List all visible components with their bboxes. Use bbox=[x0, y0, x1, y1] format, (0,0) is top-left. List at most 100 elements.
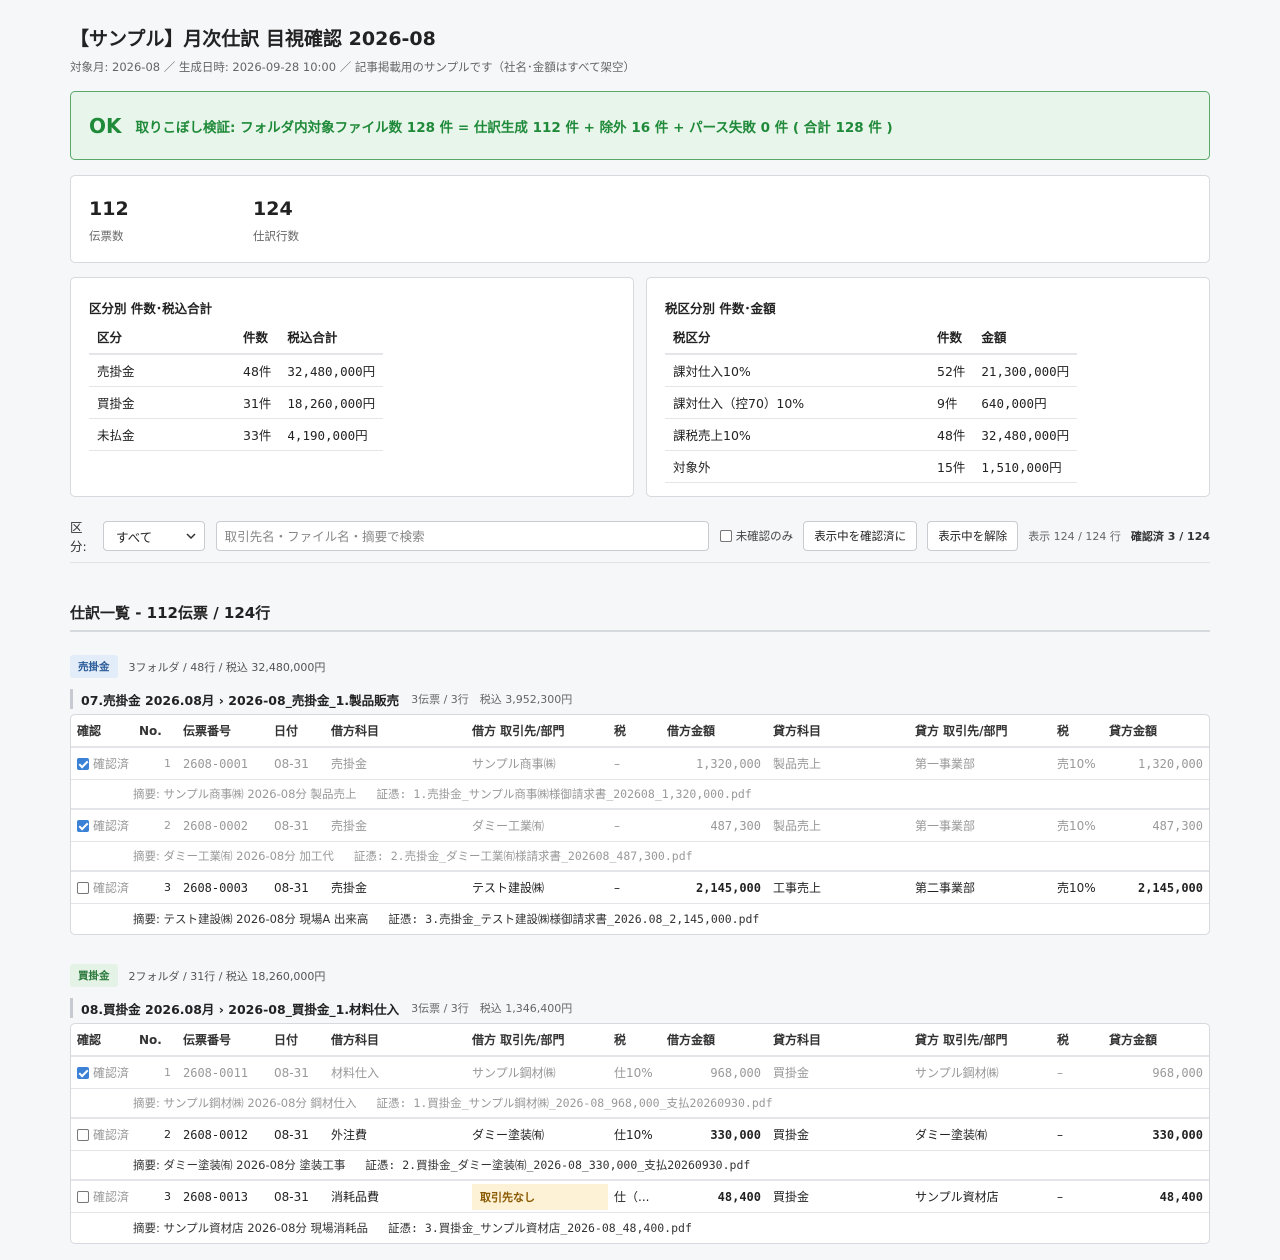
col-debit-amount-header: 借方金額 bbox=[667, 1033, 716, 1047]
memo-description: 摘要: ダミー工業㈲ 2026-08分 加工代 bbox=[133, 849, 334, 863]
cell: 4,190,000円 bbox=[279, 418, 384, 451]
cell: 32,480,000円 bbox=[973, 418, 1078, 451]
journal-row: 確認済 2 2608-0012 08-31 外注費 ダミー塗装㈲ 仕10% 330,000 買掛… bbox=[71, 1119, 1209, 1151]
confirm-toggle[interactable]: 確認済 bbox=[77, 1126, 129, 1143]
row-number: 3 bbox=[164, 881, 171, 894]
category-summary-table: 区分 件数 税込合計 売掛金 48件 32,480,000円 買掛金 31件 18,26… bbox=[89, 320, 384, 451]
journal-row: 確認済 3 2608-0003 08-31 売掛金 テスト建設㈱ – 2,145,000 工事売… bbox=[71, 872, 1209, 904]
col-date-header: 日付 bbox=[274, 1033, 299, 1047]
confirm-checkbox[interactable] bbox=[77, 1128, 89, 1141]
unconfirmed-only-toggle[interactable]: 未確認のみ bbox=[719, 528, 793, 544]
proof-file: 証憑: 2.買掛金_ダミー塗装㈲_2026-08_330,000_支払20260… bbox=[365, 1158, 751, 1172]
confirm-toggle[interactable]: 確認済 bbox=[77, 879, 129, 896]
col-debit-account-header: 借方科目 bbox=[331, 724, 380, 738]
memo-description: 摘要: サンプル商事㈱ 2026-08分 製品売上 bbox=[133, 787, 357, 801]
debit-amount: 48,400 bbox=[717, 1189, 761, 1204]
journal-row: 確認済 3 2608-0013 08-31 消耗品費 取引先なし 仕（... 48,400 買掛… bbox=[71, 1181, 1209, 1213]
column-header: 税込合計 bbox=[279, 320, 384, 355]
confirm-toggle[interactable]: 確認済 bbox=[77, 755, 129, 772]
debit-party-text: ダミー塗装㈲ bbox=[472, 1128, 545, 1142]
credit-tax: 売10% bbox=[1057, 881, 1096, 895]
folder-name: 08.買掛金 2026.08月 › 2026-08_買掛金_1.材料仕入 bbox=[81, 1001, 400, 1017]
row-number: 2 bbox=[164, 1128, 171, 1141]
divider bbox=[70, 630, 1210, 632]
cell: 課対仕入（控70）10% bbox=[665, 386, 929, 419]
debit-party: テスト建設㈱ bbox=[472, 875, 608, 901]
group-meta: 3フォルダ / 48行 / 税込 32,480,000円 bbox=[128, 660, 326, 674]
proof-file: 証憑: 2.売掛金_ダミー工業㈲様請求書_202608_487,300.pdf bbox=[353, 849, 693, 863]
debit-party: サンプル商事㈱ bbox=[472, 751, 608, 777]
no-party-warning: 取引先なし bbox=[472, 1183, 608, 1210]
verification-banner: OK 取りこぼし検証: フォルダ内対象ファイル数 128 件 = 仕訳生成 11… bbox=[70, 91, 1210, 160]
cell: 33件 bbox=[235, 418, 280, 451]
debit-amount: 968,000 bbox=[710, 1065, 761, 1080]
col-debit-account-header: 借方科目 bbox=[331, 1033, 380, 1047]
confirm-checkbox[interactable] bbox=[77, 881, 89, 894]
credit-tax: – bbox=[1057, 1065, 1063, 1080]
confirm-checkbox[interactable] bbox=[77, 1066, 89, 1079]
cell: 課税売上10% bbox=[665, 418, 929, 451]
row-number: 2 bbox=[164, 819, 171, 832]
confirm-checkbox[interactable] bbox=[77, 1190, 89, 1203]
stat-value: 124 bbox=[253, 198, 293, 220]
debit-party-text: サンプル鋼材㈱ bbox=[472, 1066, 556, 1080]
stat-label: 伝票数 bbox=[89, 229, 124, 243]
confirm-checkbox[interactable] bbox=[77, 757, 89, 770]
memo-text: 摘要: ダミー塗装㈲ 2026-08分 塗装工事 証憑: 2.買掛金_ダミー塗装㈲… bbox=[133, 1157, 750, 1173]
entry-date: 08-31 bbox=[274, 818, 309, 833]
debit-tax: – bbox=[614, 880, 620, 895]
group-header: 売掛金 3フォルダ / 48行 / 税込 32,480,000円 bbox=[70, 655, 325, 678]
confirm-label: 確認済 bbox=[93, 757, 130, 771]
table-row: 課対仕入10% 52件 21,300,000円 bbox=[665, 354, 1078, 387]
debit-account: 外注費 bbox=[331, 1128, 368, 1142]
confirm-toggle[interactable]: 確認済 bbox=[77, 1064, 129, 1081]
category-badge: 買掛金 bbox=[70, 964, 118, 987]
entry-date: 08-31 bbox=[274, 1065, 309, 1080]
credit-tax: 売10% bbox=[1057, 757, 1096, 771]
debit-party-text: サンプル商事㈱ bbox=[472, 757, 556, 771]
credit-party: サンプル鋼材㈱ bbox=[915, 1066, 999, 1080]
confirm-checkbox[interactable] bbox=[77, 819, 89, 832]
slip-number: 2608-0012 bbox=[183, 1127, 249, 1142]
debit-party: ダミー工業㈲ bbox=[472, 813, 608, 839]
memo-text: 摘要: テスト建設㈱ 2026-08分 現場A 出来高 証憑: 3.売掛金_テスト… bbox=[133, 911, 759, 927]
cell: 未払金 bbox=[89, 418, 235, 451]
confirm-toggle[interactable]: 確認済 bbox=[77, 817, 129, 834]
category-select[interactable]: すべて bbox=[103, 521, 205, 551]
col-credit-account-header: 貸方科目 bbox=[773, 1033, 822, 1047]
confirm-visible-button[interactable]: 表示中を確認済に bbox=[803, 521, 918, 551]
memo-description: 摘要: サンプル資材店 2026-08分 現場消耗品 bbox=[133, 1221, 369, 1235]
slip-number: 2608-0011 bbox=[183, 1065, 249, 1080]
group-header: 買掛金 2フォルダ / 31行 / 税込 18,260,000円 bbox=[70, 964, 325, 987]
filter-bar: 区分: すべて 未確認のみ 表示中を確認済に 表示中を解除 表示 124 / 1… bbox=[70, 520, 1210, 554]
credit-account: 製品売上 bbox=[773, 819, 822, 833]
stat-value: 112 bbox=[89, 198, 129, 220]
col-no-header: No. bbox=[139, 723, 162, 738]
memo-text: 摘要: サンプル鋼材㈱ 2026-08分 鋼材仕入 証憑: 1.買掛金_サンプル鋼… bbox=[133, 1095, 773, 1111]
debit-party-text: ダミー工業㈲ bbox=[472, 819, 545, 833]
folder-header: 07.売掛金 2026.08月 › 2026-08_売掛金_1.製品販売 3伝票 … bbox=[70, 689, 572, 709]
column-header: 件数 bbox=[929, 320, 974, 355]
stat-slips: 112 伝票数 bbox=[89, 198, 129, 244]
debit-account: 消耗品費 bbox=[331, 1190, 380, 1204]
credit-account: 工事売上 bbox=[773, 881, 822, 895]
cell: 買掛金 bbox=[89, 386, 235, 419]
memo-row: 摘要: テスト建設㈱ 2026-08分 現場A 出来高 証憑: 3.売掛金_テスト… bbox=[71, 904, 1209, 934]
memo-row: 摘要: ダミー工業㈲ 2026-08分 加工代 証憑: 2.売掛金_ダミー工業㈲様… bbox=[71, 842, 1209, 872]
search-input[interactable] bbox=[215, 521, 709, 551]
memo-row: 摘要: サンプル商事㈱ 2026-08分 製品売上 証憑: 1.売掛金_サンプル商… bbox=[71, 780, 1209, 810]
category-summary-card: 区分別 件数･税込合計 区分 件数 税込合計 売掛金 48件 32,480,000円… bbox=[70, 277, 634, 497]
confirm-toggle[interactable]: 確認済 bbox=[77, 1188, 129, 1205]
folder-name: 07.売掛金 2026.08月 › 2026-08_売掛金_1.製品販売 bbox=[81, 692, 400, 708]
credit-party: 第二事業部 bbox=[915, 881, 976, 895]
debit-tax: – bbox=[614, 756, 620, 771]
col-debit-tax-header: 税 bbox=[614, 724, 627, 738]
folder-meta: 3伝票 / 3行 税込 1,346,400円 bbox=[411, 1002, 573, 1015]
confirm-label: 確認済 bbox=[93, 881, 130, 895]
category-badge: 売掛金 bbox=[70, 655, 118, 678]
unconfirmed-only-checkbox[interactable] bbox=[719, 530, 732, 542]
col-credit-amount-header: 貸方金額 bbox=[1109, 1033, 1158, 1047]
cell: 対象外 bbox=[665, 450, 929, 483]
memo-description: 摘要: ダミー塗装㈲ 2026-08分 塗装工事 bbox=[133, 1158, 346, 1172]
clear-visible-button[interactable]: 表示中を解除 bbox=[927, 521, 1019, 551]
